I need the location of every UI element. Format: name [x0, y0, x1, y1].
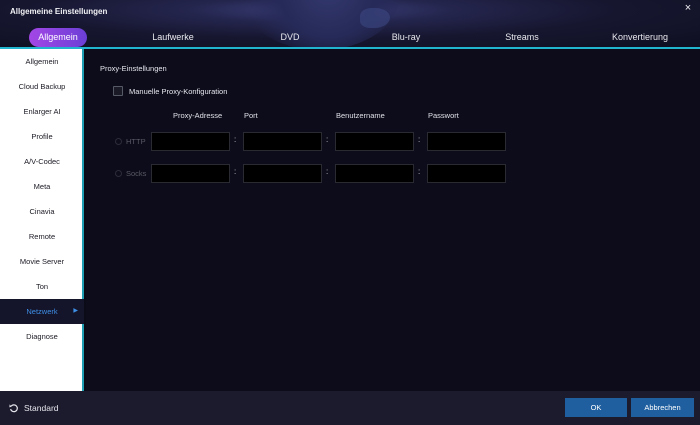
sidebar-item-ton[interactable]: Ton [0, 274, 84, 299]
sidebar-item-cloud-backup[interactable]: Cloud Backup [0, 74, 84, 99]
dialog-footer: Standard OK Abbrechen [0, 391, 700, 425]
column-header-proxy-address: Proxy-Adresse [173, 111, 223, 120]
sidebar-item-av-codec[interactable]: A/V-Codec [0, 149, 84, 174]
sidebar-item-label: Diagnose [26, 332, 58, 341]
column-header-password: Passwort [428, 111, 459, 120]
sidebar-item-allgemein[interactable]: Allgemein [0, 49, 84, 74]
separator: : [326, 167, 329, 176]
separator: : [326, 135, 329, 144]
sidebar-item-remote[interactable]: Remote [0, 224, 84, 249]
close-icon[interactable]: × [682, 2, 694, 14]
column-header-username: Benutzername [336, 111, 385, 120]
sidebar-item-label: Movie Server [19, 257, 65, 266]
http-radio[interactable] [115, 138, 122, 145]
separator: : [418, 167, 421, 176]
section-title: Proxy-Einstellungen [100, 64, 167, 73]
sidebar-item-profile[interactable]: Profile [0, 124, 84, 149]
tab-blu-ray[interactable]: Blu-ray [380, 28, 432, 47]
sidebar-item-label: Profile [31, 132, 53, 141]
tab-allgemein[interactable]: Allgemein [29, 28, 87, 47]
sidebar-item-netzwerk[interactable]: Netzwerk ▶ [0, 299, 84, 324]
sidebar-item-label: Enlarger AI [23, 107, 61, 116]
chevron-right-icon: ▶ [73, 308, 78, 314]
sidebar-item-label: Ton [35, 282, 49, 291]
cancel-button[interactable]: Abbrechen [631, 398, 694, 417]
sidebar-item-label: A/V-Codec [24, 157, 60, 166]
window-title: Allgemeine Einstellungen [10, 7, 108, 16]
separator: : [234, 135, 237, 144]
http-label: HTTP [126, 137, 146, 146]
socks-password-field[interactable] [427, 164, 506, 183]
socks-radio[interactable] [115, 170, 122, 177]
sidebar-item-diagnose[interactable]: Diagnose [0, 324, 84, 349]
http-port-field[interactable] [243, 132, 322, 151]
reset-icon [9, 404, 18, 413]
socks-port-field[interactable] [243, 164, 322, 183]
sidebar-item-label: Allgemein [25, 57, 59, 66]
ok-button[interactable]: OK [565, 398, 627, 417]
http-proxy-address-field[interactable] [151, 132, 230, 151]
tab-konvertierung[interactable]: Konvertierung [603, 28, 677, 47]
standard-reset-button[interactable]: Standard [9, 401, 59, 415]
sidebar-item-label: Cinavia [29, 207, 55, 216]
sidebar-item-cinavia[interactable]: Cinavia [0, 199, 84, 224]
tab-dvd[interactable]: DVD [264, 28, 316, 47]
sidebar-item-label: Remote [28, 232, 56, 241]
socks-proxy-address-field[interactable] [151, 164, 230, 183]
manual-proxy-label: Manuelle Proxy-Konfiguration [129, 87, 228, 96]
standard-label: Standard [24, 403, 59, 413]
http-password-field[interactable] [427, 132, 506, 151]
window-header: Allgemeine Einstellungen × Allgemein Lau… [0, 0, 700, 49]
sidebar-item-enlarger-ai[interactable]: Enlarger AI [0, 99, 84, 124]
manual-proxy-checkbox[interactable] [113, 86, 123, 96]
sidebar-item-label: Meta [33, 182, 51, 191]
http-username-field[interactable] [335, 132, 414, 151]
separator: : [234, 167, 237, 176]
sidebar-item-label: Cloud Backup [18, 82, 66, 91]
column-header-port: Port [244, 111, 258, 120]
settings-panel: Proxy-Einstellungen Manuelle Proxy-Konfi… [86, 49, 700, 391]
tab-streams[interactable]: Streams [494, 28, 550, 47]
settings-sidebar: Allgemein Cloud Backup Enlarger AI Profi… [0, 49, 84, 391]
sidebar-item-movie-server[interactable]: Movie Server [0, 249, 84, 274]
separator: : [418, 135, 421, 144]
socks-label: Socks [126, 169, 147, 178]
tab-bar: Allgemein Laufwerke DVD Blu-ray Streams … [0, 28, 700, 47]
sidebar-item-label: Netzwerk [26, 307, 58, 316]
tab-laufwerke[interactable]: Laufwerke [143, 28, 203, 47]
socks-username-field[interactable] [335, 164, 414, 183]
sidebar-item-meta[interactable]: Meta [0, 174, 84, 199]
